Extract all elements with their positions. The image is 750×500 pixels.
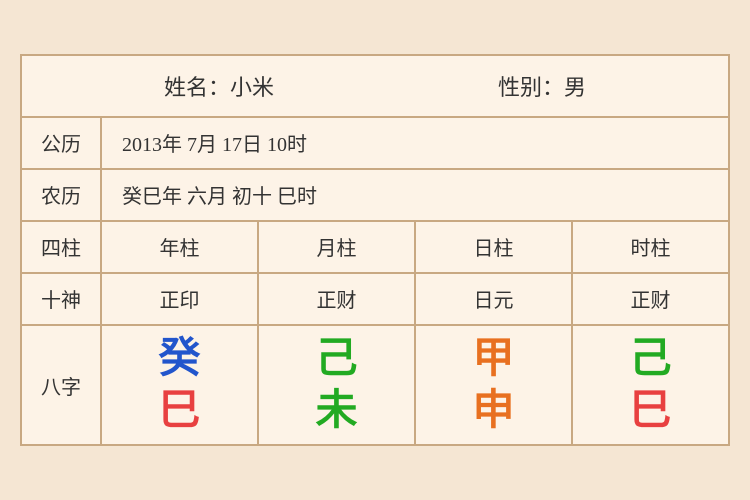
sizhu-row: 四柱 年柱 月柱 日柱 时柱 [22, 222, 728, 274]
header-row: 姓名：小米 性别：男 [22, 56, 728, 118]
name-label: 姓名：小米 [164, 70, 274, 102]
bazhi-label: 八字 [22, 326, 102, 444]
sizhu-label: 四柱 [22, 222, 102, 272]
sizhu-cell-0: 年柱 [102, 222, 259, 272]
nongli-label: 农历 [22, 170, 102, 220]
bazhi-bottom-2: 申 [472, 388, 514, 434]
nongli-content: 癸巳年 六月 初十 巳时 [102, 170, 728, 220]
gender-label: 性别：男 [498, 70, 586, 102]
bazhi-top-1: 己 [315, 336, 357, 382]
main-table: 姓名：小米 性别：男 公历 2013年 7月 17日 10时 农历 癸巳年 六月… [20, 54, 730, 446]
shishen-cell-2: 日元 [416, 274, 573, 324]
bazhi-cell-2: 甲 申 [416, 326, 573, 444]
bazhi-bottom-1: 未 [315, 388, 357, 434]
bazhi-bottom-0: 巳 [158, 388, 200, 434]
shishen-cells: 正印 正财 日元 正财 [102, 274, 728, 324]
shishen-cell-3: 正财 [573, 274, 728, 324]
bazhi-top-2: 甲 [472, 336, 514, 382]
bazhi-bottom-3: 巳 [629, 388, 671, 434]
nongli-row: 农历 癸巳年 六月 初十 巳时 [22, 170, 728, 222]
shishen-label: 十神 [22, 274, 102, 324]
sizhu-cells: 年柱 月柱 日柱 时柱 [102, 222, 728, 272]
sizhu-cell-3: 时柱 [573, 222, 728, 272]
shishen-cell-1: 正财 [259, 274, 416, 324]
gongli-row: 公历 2013年 7月 17日 10时 [22, 118, 728, 170]
bazhi-row: 八字 癸 巳 己 未 甲 申 己 巳 [22, 326, 728, 444]
bazhi-top-3: 己 [629, 336, 671, 382]
gongli-content: 2013年 7月 17日 10时 [102, 118, 728, 168]
sizhu-cell-1: 月柱 [259, 222, 416, 272]
shishen-cell-0: 正印 [102, 274, 259, 324]
sizhu-cell-2: 日柱 [416, 222, 573, 272]
bazhi-cell-0: 癸 巳 [102, 326, 259, 444]
bazhi-top-0: 癸 [158, 336, 200, 382]
gongli-label: 公历 [22, 118, 102, 168]
shishen-row: 十神 正印 正财 日元 正财 [22, 274, 728, 326]
bazhi-cell-3: 己 巳 [573, 326, 728, 444]
bazhi-cells: 癸 巳 己 未 甲 申 己 巳 [102, 326, 728, 444]
bazhi-cell-1: 己 未 [259, 326, 416, 444]
